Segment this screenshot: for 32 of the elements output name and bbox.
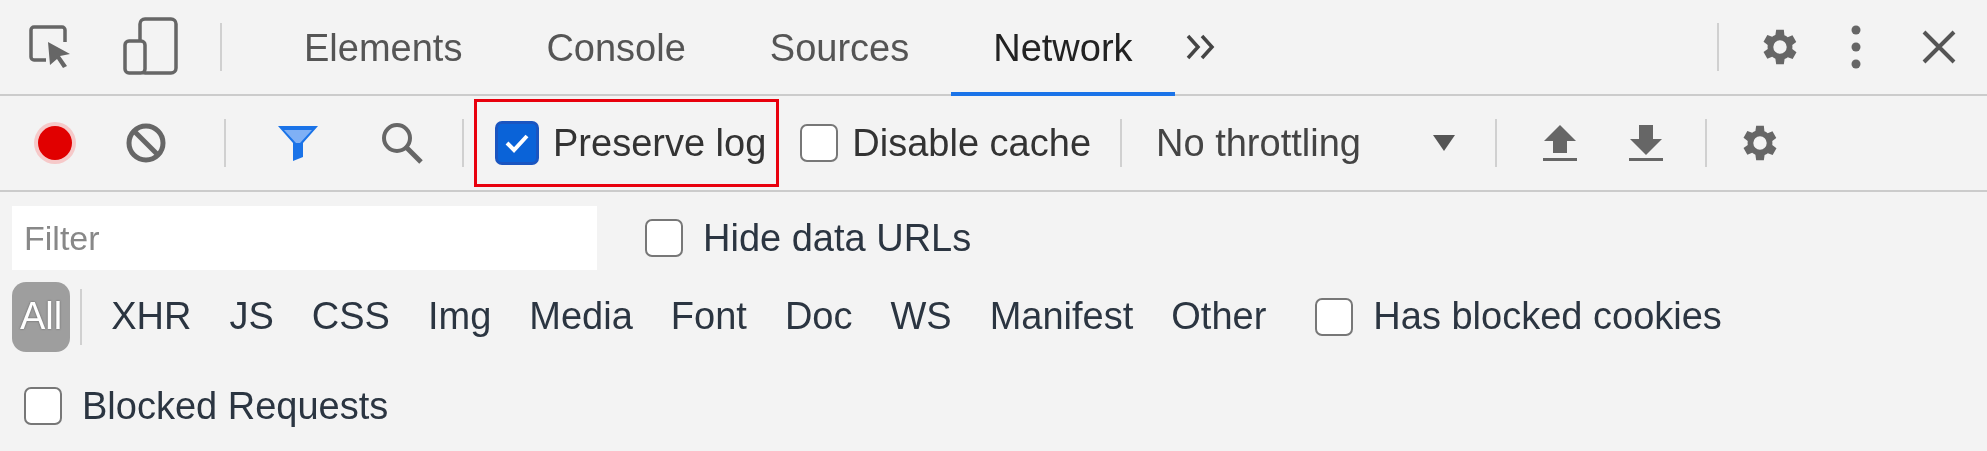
checkbox-label: Hide data URLs — [703, 216, 972, 260]
type-filter[interactable]: Other — [1152, 281, 1286, 352]
type-filter[interactable]: Font — [651, 281, 766, 352]
type-filter[interactable]: Media — [510, 281, 652, 352]
checkbox[interactable] — [24, 387, 62, 426]
type-filter[interactable]: CSS — [292, 281, 409, 352]
record-icon[interactable] — [32, 120, 78, 167]
download-icon[interactable] — [1626, 123, 1665, 164]
filter-icon[interactable] — [276, 123, 320, 164]
checkbox-label: Disable cache — [852, 121, 1091, 165]
tab[interactable]: Elements — [262, 0, 505, 96]
checkmark-icon — [504, 132, 530, 155]
throttling-dropdown[interactable]: No throttling — [1138, 121, 1475, 165]
tab[interactable]: Sources — [727, 0, 952, 96]
checkbox-label: Has blocked cookies — [1373, 295, 1722, 339]
search-icon[interactable] — [380, 121, 424, 166]
type-filter[interactable]: Manifest — [970, 281, 1153, 352]
type-filter[interactable]: JS — [210, 281, 293, 352]
checkbox[interactable] — [800, 124, 839, 163]
filter-field[interactable]: Filter — [12, 206, 597, 271]
tab[interactable]: Console — [504, 0, 728, 96]
checkbox[interactable] — [645, 219, 683, 258]
upload-icon[interactable] — [1540, 123, 1579, 164]
checkbox[interactable] — [495, 121, 539, 166]
type-filter[interactable]: Img — [408, 281, 511, 352]
checkbox-label: Blocked Requests — [82, 384, 389, 428]
checkbox-label: Preserve log — [553, 121, 767, 165]
type-filter[interactable]: WS — [871, 281, 971, 352]
type-filter[interactable]: XHR — [92, 281, 211, 352]
type-filter[interactable]: Doc — [765, 281, 872, 352]
checkbox[interactable] — [1315, 297, 1354, 336]
tab[interactable]: Network — [951, 0, 1175, 96]
